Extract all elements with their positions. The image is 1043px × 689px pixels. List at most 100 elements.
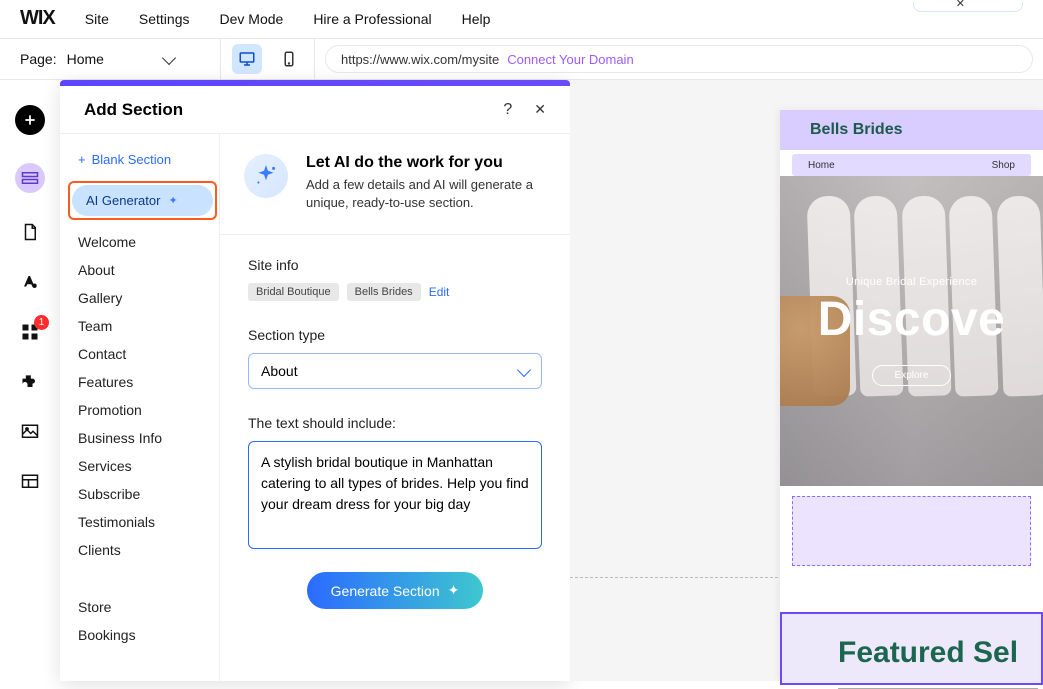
cat-subscribe[interactable]: Subscribe — [78, 480, 213, 508]
page-icon — [21, 222, 39, 242]
page-selector[interactable]: Page: Home — [0, 51, 220, 67]
add-section-panel: Add Section ? ✕ + Blank Section AI Gener… — [60, 80, 570, 681]
ai-generator-label: AI Generator — [86, 193, 160, 208]
add-section-button[interactable] — [15, 163, 45, 193]
desktop-device-button[interactable] — [232, 44, 262, 74]
preview-brand-text: Bells Brides — [810, 121, 902, 139]
layout-button[interactable] — [19, 471, 41, 493]
preview-heading: Discove — [818, 292, 1006, 347]
desktop-icon — [238, 50, 256, 68]
page-bar: Page: Home https://www.wix.com/mysite Co… — [0, 38, 1043, 80]
ai-hero-title: Let AI do the work for you — [306, 154, 536, 172]
menu-devmode[interactable]: Dev Mode — [220, 11, 284, 27]
mobile-icon — [280, 50, 298, 68]
panel-title: Add Section — [84, 100, 183, 120]
section-type-label: Section type — [248, 327, 542, 343]
ai-generator-tab[interactable]: AI Generator ✦ — [72, 185, 213, 216]
menu-site[interactable]: Site — [85, 11, 109, 27]
apps-badge: 1 — [34, 315, 49, 330]
preview-subtitle: Unique Bridal Experience — [846, 276, 977, 288]
url-bar[interactable]: https://www.wix.com/mysite Connect Your … — [325, 45, 1033, 73]
cat-testimonials[interactable]: Testimonials — [78, 508, 213, 536]
chip-bells-brides: Bells Brides — [347, 283, 421, 301]
panel-close-button[interactable]: ✕ — [534, 101, 546, 119]
section-text-input[interactable] — [248, 441, 542, 549]
extensions-button[interactable] — [19, 371, 41, 393]
site-info-label: Site info — [248, 257, 542, 273]
cat-services[interactable]: Services — [78, 452, 213, 480]
layout-icon — [20, 473, 40, 491]
wix-logo: WIX — [20, 7, 55, 30]
cat-store[interactable]: Store — [78, 593, 213, 621]
chevron-down-icon — [162, 50, 176, 64]
page-value: Home — [67, 51, 104, 67]
sparkle-icon: ✦ — [168, 194, 177, 207]
site-info-chips: Bridal Boutique Bells Brides Edit — [248, 283, 542, 301]
cat-gallery[interactable]: Gallery — [78, 284, 213, 312]
preview-featured-title: Featured Sel — [838, 636, 1041, 670]
blank-section-label: Blank Section — [92, 152, 172, 167]
mobile-device-button[interactable] — [274, 44, 304, 74]
panel-help-button[interactable]: ? — [503, 101, 512, 119]
cat-promotion[interactable]: Promotion — [78, 396, 213, 424]
generate-label: Generate Section — [331, 583, 440, 599]
pages-button[interactable] — [19, 221, 41, 243]
cat-about[interactable]: About — [78, 256, 213, 284]
preview-brand-bar: Bells Brides — [780, 110, 1043, 150]
plus-small-icon: + — [78, 152, 86, 167]
menu-hire[interactable]: Hire a Professional — [313, 11, 431, 27]
ai-form: Site info Bridal Boutique Bells Brides E… — [220, 235, 570, 631]
preview-nav-shop[interactable]: Shop — [992, 160, 1015, 171]
chevron-down-icon — [517, 363, 531, 377]
cat-contact[interactable]: Contact — [78, 340, 213, 368]
preview-nav-home[interactable]: Home — [808, 160, 835, 171]
plus-icon — [23, 113, 37, 127]
design-icon — [20, 273, 40, 291]
blank-section-button[interactable]: + Blank Section — [78, 152, 213, 167]
apps-button[interactable]: 1 — [19, 321, 41, 343]
panel-left-nav: + Blank Section AI Generator ✦ Welcome A… — [60, 134, 220, 681]
ai-hero-desc: Add a few details and AI will generate a… — [306, 176, 536, 212]
section-type-value: About — [261, 363, 298, 379]
preview-cta-button[interactable]: Explore — [872, 365, 952, 386]
connect-domain-link[interactable]: Connect Your Domain — [507, 52, 633, 67]
menu-help[interactable]: Help — [462, 11, 491, 27]
section-icon — [21, 171, 39, 185]
sparkle-icon: ✦ — [448, 582, 460, 599]
ai-generator-highlight: AI Generator ✦ — [68, 181, 217, 220]
cat-clients[interactable]: Clients — [78, 536, 213, 564]
editor-canvas: Bells Brides Home Shop Unique Bridal Exp… — [570, 80, 1043, 681]
image-icon — [20, 423, 40, 441]
ai-hero-block: Let AI do the work for you Add a few det… — [220, 134, 570, 235]
design-button[interactable] — [19, 271, 41, 293]
cat-team[interactable]: Team — [78, 312, 213, 340]
panel-header: Add Section ? ✕ — [60, 86, 570, 134]
add-elements-button[interactable] — [15, 105, 45, 135]
page-label: Page: — [20, 51, 57, 67]
site-preview[interactable]: Bells Brides Home Shop Unique Bridal Exp… — [780, 110, 1043, 681]
preview-hero: Unique Bridal Experience Discove Explore — [780, 176, 1043, 486]
preview-featured-section[interactable]: Featured Sel — [780, 608, 1043, 681]
section-category-list: Welcome About Gallery Team Contact Featu… — [78, 228, 213, 649]
edit-site-info-link[interactable]: Edit — [429, 285, 450, 299]
preview-insert-slot[interactable] — [792, 496, 1031, 566]
text-include-label: The text should include: — [248, 415, 542, 431]
puzzle-icon — [20, 372, 40, 392]
ai-sparkle-icon — [244, 154, 288, 198]
menu-settings[interactable]: Settings — [139, 11, 190, 27]
top-menubar: WIX Site Settings Dev Mode Hire a Profes… — [0, 0, 1043, 38]
media-button[interactable] — [19, 421, 41, 443]
chip-bridal-boutique: Bridal Boutique — [248, 283, 339, 301]
left-rail: 1 — [0, 80, 60, 681]
cat-welcome[interactable]: Welcome — [78, 228, 213, 256]
panel-right-content: Let AI do the work for you Add a few det… — [220, 134, 570, 681]
device-switcher — [220, 38, 315, 80]
cat-business-info[interactable]: Business Info — [78, 424, 213, 452]
top-right-pill — [913, 2, 1023, 12]
generate-section-button[interactable]: Generate Section ✦ — [307, 572, 484, 609]
cat-bookings[interactable]: Bookings — [78, 621, 213, 649]
cat-features[interactable]: Features — [78, 368, 213, 396]
site-url: https://www.wix.com/mysite — [341, 52, 499, 67]
section-type-dropdown[interactable]: About — [248, 353, 542, 389]
top-right-x-icon[interactable]: ✕ — [956, 0, 965, 10]
